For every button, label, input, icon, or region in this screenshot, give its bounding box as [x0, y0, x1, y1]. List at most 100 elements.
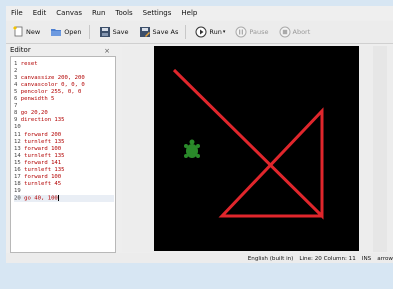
- line-number: 1: [14, 61, 18, 67]
- line-number: 8: [14, 110, 18, 117]
- splitter-handle[interactable]: [117, 56, 120, 251]
- menu-help[interactable]: Help: [176, 9, 202, 17]
- code-text: turnleft 45: [24, 180, 62, 187]
- status-position: Line: 20 Column: 11: [299, 256, 356, 262]
- line-number: 7: [14, 103, 18, 110]
- kturtle-window: File Edit Canvas Run Tools Settings Help…: [6, 6, 393, 263]
- line-number: 20: [14, 195, 21, 202]
- line-number: 11: [14, 131, 21, 138]
- line-number: 5: [14, 89, 18, 96]
- code-line[interactable]: 17 forward 100: [14, 174, 61, 181]
- line-number: 6: [14, 96, 18, 103]
- menu-run[interactable]: Run: [87, 9, 110, 17]
- code-text: turnleft 135: [24, 166, 65, 173]
- code-text: forward 100: [24, 145, 62, 152]
- code-editor[interactable]: 1 reset 2 3 canvassize 200, 200 4 canvasco…: [10, 56, 116, 253]
- toolbar-separator: [185, 25, 187, 39]
- menu-settings[interactable]: Settings: [138, 9, 177, 17]
- menu-canvas[interactable]: Canvas: [51, 9, 87, 17]
- code-line[interactable]: 7: [14, 103, 21, 110]
- code-text: canvassize 200, 200: [20, 75, 85, 82]
- line-number: 16: [14, 166, 21, 173]
- code-text: go 20,20: [20, 110, 48, 117]
- line-number: 14: [14, 152, 21, 159]
- new-icon: [13, 26, 23, 37]
- line-number: 9: [14, 117, 18, 124]
- code-line[interactable]: 5 pencolor 255, 0, 0: [14, 89, 81, 96]
- code-line[interactable]: 1 reset: [14, 61, 38, 68]
- code-text: direction 135: [20, 117, 65, 124]
- open-folder-icon: [51, 29, 62, 36]
- turtle-icon: [184, 139, 200, 158]
- turtle-canvas: [154, 46, 359, 251]
- code-line[interactable]: 12 turnleft 135: [14, 139, 65, 146]
- code-text: turnleft 135: [24, 152, 65, 159]
- canvas-scrollbar[interactable]: [373, 46, 387, 252]
- run-button[interactable]: Run ▾: [195, 26, 225, 38]
- line-number: 3: [14, 75, 18, 82]
- menu-file[interactable]: File: [6, 9, 28, 17]
- line-number: 19: [14, 187, 21, 194]
- code-line[interactable]: 3 canvassize 200, 200: [14, 75, 85, 82]
- save-as-label: Save As: [152, 28, 179, 36]
- status-language: English (built in): [247, 256, 294, 262]
- code-line[interactable]: 4 canvascolor 0, 0, 0: [14, 82, 85, 89]
- code-text: forward 200: [24, 131, 62, 138]
- new-label: New: [26, 28, 41, 36]
- code-text: penwidth 5: [20, 96, 55, 103]
- code-line[interactable]: 13 forward 100: [14, 146, 61, 153]
- open-button[interactable]: Open: [50, 26, 82, 38]
- save-disk-icon: [99, 27, 110, 37]
- line-number: 17: [14, 173, 21, 180]
- code-line[interactable]: 18 turnleft 45: [14, 181, 61, 188]
- code-text: reset: [20, 61, 38, 67]
- abort-button[interactable]: Abort: [279, 26, 311, 38]
- status-cursor: arrow: [377, 256, 393, 262]
- save-button[interactable]: Save: [99, 26, 129, 38]
- save-as-button[interactable]: Save As: [139, 26, 179, 38]
- code-line[interactable]: 16 turnleft 135: [14, 167, 65, 174]
- status-bar: English (built in) Line: 20 Column: 11 I…: [6, 253, 393, 263]
- run-play-icon: [195, 26, 207, 38]
- code-line[interactable]: 10: [14, 124, 24, 131]
- menu-bar: File Edit Canvas Run Tools Settings Help: [6, 6, 393, 20]
- code-line[interactable]: 15 forward 141: [14, 160, 61, 167]
- new-button[interactable]: New: [12, 26, 40, 38]
- close-icon[interactable]: ×: [102, 47, 112, 55]
- code-text: go 40, 100: [24, 195, 58, 202]
- code-text: canvascolor 0, 0, 0: [20, 82, 85, 89]
- code-text: pencolor 255, 0, 0: [20, 89, 82, 96]
- run-label: Run: [209, 28, 222, 36]
- menu-tools[interactable]: Tools: [110, 9, 137, 17]
- code-line[interactable]: 11 forward 200: [14, 132, 61, 139]
- editor-dock-title: Editor: [10, 46, 31, 54]
- code-line[interactable]: 9 direction 135: [14, 117, 65, 124]
- drawn-line: [172, 68, 324, 220]
- line-number: 10: [14, 124, 21, 131]
- toolbar-separator: [88, 25, 90, 39]
- turtle-drawing: [172, 68, 324, 220]
- menu-edit[interactable]: Edit: [28, 9, 52, 17]
- run-dropdown-icon[interactable]: ▾: [223, 29, 226, 35]
- toolbar: New Open Save Save As Run ▾ Pause Abort: [6, 21, 393, 44]
- code-line[interactable]: 8 go 20,20: [14, 110, 48, 117]
- abort-label: Abort: [292, 28, 311, 36]
- code-line[interactable]: 14 turnleft 135: [14, 153, 65, 160]
- status-mode: INS: [361, 256, 372, 262]
- pause-button[interactable]: Pause: [235, 26, 269, 38]
- open-label: Open: [64, 28, 82, 36]
- code-line[interactable]: 19: [14, 188, 24, 195]
- code-line[interactable]: 2: [14, 68, 21, 75]
- code-line[interactable]: 6 penwidth 5: [14, 96, 54, 103]
- line-number: 4: [14, 82, 18, 89]
- line-number: 18: [14, 180, 21, 187]
- pause-label: Pause: [249, 28, 269, 36]
- line-number: 15: [14, 159, 21, 166]
- line-number: 13: [14, 145, 21, 152]
- code-text: forward 100: [24, 173, 62, 180]
- code-text: forward 141: [24, 159, 62, 166]
- line-number: 12: [14, 138, 21, 145]
- code-text: turnleft 135: [24, 138, 65, 145]
- code-line[interactable]: 20 go 40, 100: [14, 194, 114, 202]
- save-as-icon: [139, 27, 150, 37]
